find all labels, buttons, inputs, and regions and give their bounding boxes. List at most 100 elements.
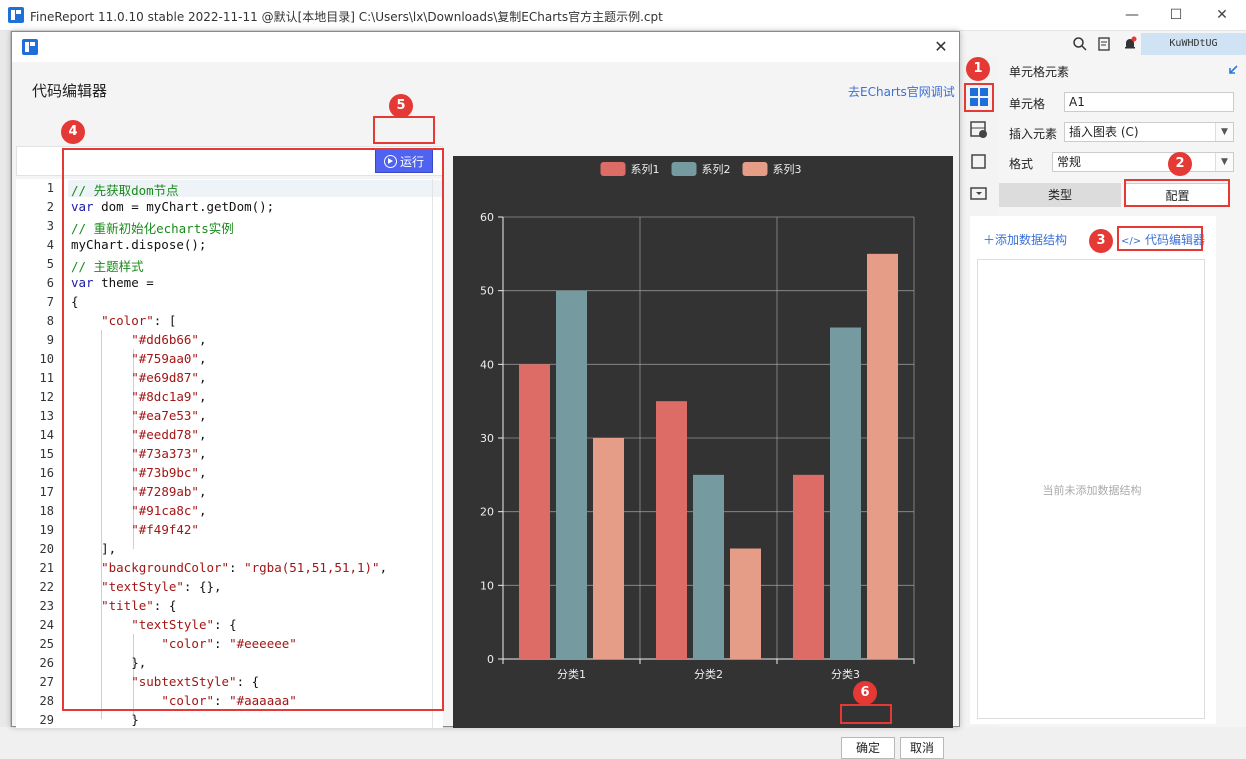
code-line: } — [71, 712, 139, 727]
legend-swatch — [600, 162, 626, 176]
line-number: 17 — [39, 485, 54, 499]
collapse-arrow-icon[interactable] — [1227, 64, 1239, 76]
line-number: 15 — [39, 447, 54, 461]
line-number: 1 — [46, 181, 54, 195]
chevron-down-icon: ▼ — [1215, 123, 1233, 141]
y-tick-label: 0 — [487, 653, 494, 666]
code-line: ], — [71, 541, 117, 556]
x-tick-label: 分类1 — [557, 667, 586, 681]
line-number: 4 — [46, 238, 54, 252]
line-number: 7 — [46, 295, 54, 309]
window-close-button[interactable]: ✕ — [1202, 4, 1242, 26]
code-editor[interactable]: 1 2 3 4 5 6 7 8 9 10 11 12 13 14 15 16 17 18 19 20 21 22 23 24 2… — [16, 179, 443, 728]
line-number: 22 — [39, 580, 54, 594]
y-tick-label: 20 — [480, 506, 494, 519]
legend-swatch — [742, 162, 768, 176]
legend-label: 系列3 — [773, 162, 802, 176]
code-line: "textStyle": { — [131, 617, 237, 632]
legend-label: 系列1 — [631, 162, 660, 176]
line-number: 19 — [39, 523, 54, 537]
format-value: 常规 — [1057, 155, 1082, 169]
plus-icon: ＋ — [983, 233, 996, 247]
format-label: 格式 — [1009, 157, 1034, 171]
dialog-body: 代码编辑器 去ECharts官网调试 运行 1 2 3 4 5 6 7 8 9 10 11 12 13 1… — [12, 62, 959, 759]
line-number: 11 — [39, 371, 54, 385]
line-number: 10 — [39, 352, 54, 366]
code-icon: </> — [1121, 236, 1142, 247]
y-tick-label: 50 — [480, 285, 494, 298]
window-titlebar: FineReport 11.0.10 stable 2022-11-11 @默认… — [0, 0, 1246, 31]
bar — [556, 290, 587, 659]
chart-preview: 0 10 20 30 40 50 60 分类1 分类2 分类3 系列1 系列2 系列3 — [453, 156, 953, 728]
code-line: myChart.dispose(); — [71, 237, 207, 252]
y-tick-label: 60 — [480, 211, 494, 224]
bar — [830, 327, 861, 659]
minimize-button[interactable]: — — [1112, 4, 1152, 26]
line-number: 27 — [39, 675, 54, 689]
empty-hint: 当前未添加数据结构 — [1042, 484, 1142, 497]
line-number: 26 — [39, 656, 54, 670]
cell-element-icon[interactable] — [966, 84, 992, 110]
line-number: 8 — [46, 314, 54, 328]
maximize-button[interactable]: ☐ — [1156, 4, 1196, 26]
bell-icon[interactable] — [1122, 36, 1138, 52]
code-line: "subtextStyle": { — [131, 674, 260, 689]
line-number: 18 — [39, 504, 54, 518]
code-line: "color": "#eeeeee" — [161, 636, 297, 651]
bar — [656, 401, 687, 659]
line-number: 3 — [46, 219, 54, 233]
dropdown-widget-icon[interactable] — [966, 181, 992, 207]
line-number: 13 — [39, 409, 54, 423]
marker-2: 2 — [1168, 152, 1192, 176]
edit-document-icon[interactable] — [1097, 36, 1113, 52]
code-line: "#ea7e53", — [131, 408, 207, 423]
line-number: 28 — [39, 694, 54, 708]
cell-attribute-icon[interactable] — [966, 117, 992, 143]
line-number: 21 — [39, 561, 54, 575]
cancel-button[interactable]: 取消 — [900, 737, 944, 759]
window-title: FineReport 11.0.10 stable 2022-11-11 @默认… — [30, 10, 663, 24]
format-select[interactable]: 常规 ▼ — [1052, 152, 1234, 172]
y-tick-label: 30 — [480, 432, 494, 445]
marker-3: 3 — [1089, 229, 1113, 253]
marker-6: 6 — [853, 681, 877, 705]
scroll-ruler — [432, 179, 433, 728]
code-line: // 先获取dom节点 — [71, 183, 179, 198]
insert-element-select[interactable]: 插入图表 (C) ▼ — [1064, 122, 1234, 142]
code-line: "#759aa0", — [131, 351, 207, 366]
ok-button[interactable]: 确定 — [841, 737, 895, 759]
search-icon[interactable] — [1072, 36, 1088, 52]
dialog-header: ✕ — [12, 32, 959, 62]
code-line: "color": "#aaaaaa" — [161, 693, 297, 708]
run-button[interactable]: 运行 — [375, 149, 433, 173]
code-editor-link[interactable]: </> 代码编辑器 — [1121, 231, 1205, 248]
code-line: "#7289ab", — [131, 484, 207, 499]
code-line: var theme = — [71, 275, 154, 290]
code-line: // 重新初始化echarts实例 — [71, 221, 234, 236]
line-number: 9 — [46, 333, 54, 347]
tab-type[interactable]: 类型 — [999, 183, 1121, 207]
code-line: "#f49f42" — [131, 522, 199, 537]
marker-4: 4 — [61, 120, 85, 144]
user-badge[interactable]: KuWHDtUG — [1141, 33, 1246, 55]
cell-label: 单元格 — [1009, 97, 1046, 111]
widget-frame-icon[interactable] — [966, 149, 992, 175]
y-tick-label: 40 — [480, 358, 494, 371]
code-line: "#8dc1a9", — [131, 389, 207, 404]
insert-element-value: 插入图表 (C) — [1069, 125, 1139, 139]
add-data-structure-link[interactable]: ＋添加数据结构 — [983, 231, 1067, 248]
line-number: 23 — [39, 599, 54, 613]
code-line: var dom = myChart.getDom(); — [71, 199, 275, 214]
bar-chart: 0 10 20 30 40 50 60 分类1 分类2 分类3 系列1 系列2 系列3 — [480, 162, 915, 681]
cell-input[interactable]: A1 — [1064, 92, 1234, 112]
app-logo-icon — [22, 39, 38, 55]
marker-1: 1 — [966, 57, 990, 81]
code-line: "#e69d87", — [131, 370, 207, 385]
echarts-debug-link[interactable]: 去ECharts官网调试 — [848, 83, 955, 100]
bar — [867, 253, 898, 659]
tab-config[interactable]: 配置 — [1125, 183, 1230, 207]
legend-swatch — [671, 162, 697, 176]
bar — [730, 548, 761, 659]
line-number: 25 — [39, 637, 54, 651]
dialog-close-button[interactable]: ✕ — [930, 36, 952, 58]
